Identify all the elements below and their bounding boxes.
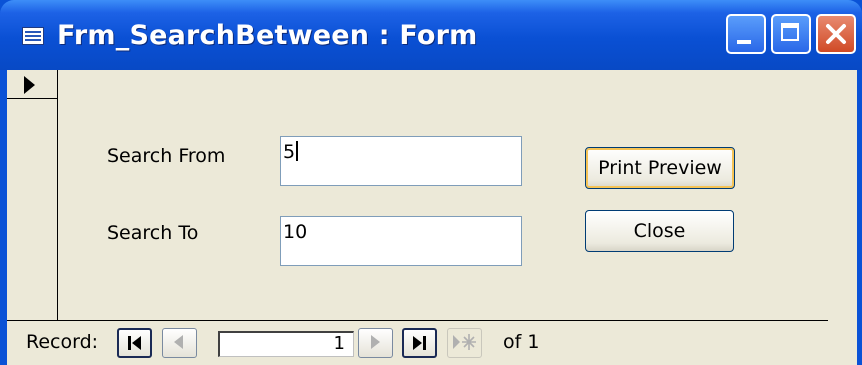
- first-record-button[interactable]: [117, 328, 152, 358]
- current-record-input[interactable]: 1: [218, 331, 354, 357]
- record-navigation-bar: Record: 1 of 1: [7, 321, 857, 365]
- record-selector[interactable]: [7, 70, 58, 320]
- last-record-button[interactable]: [402, 328, 437, 358]
- search-from-label: Search From: [107, 145, 226, 167]
- next-record-icon: [371, 335, 380, 349]
- close-icon[interactable]: [816, 14, 856, 54]
- last-record-icon: [413, 336, 426, 350]
- minimize-icon[interactable]: [726, 14, 766, 54]
- maximize-icon[interactable]: [771, 14, 811, 54]
- search-to-label: Search To: [107, 222, 199, 244]
- form-icon[interactable]: [22, 27, 44, 45]
- form-window: Frm_SearchBetween : Form Search From 5 S…: [0, 0, 862, 365]
- search-to-value: 10: [283, 221, 308, 243]
- print-preview-button[interactable]: Print Preview: [585, 147, 735, 189]
- window-title: Frm_SearchBetween : Form: [57, 20, 478, 51]
- search-from-value: 5: [283, 141, 296, 163]
- new-record-icon: [453, 334, 476, 350]
- previous-record-icon: [174, 335, 183, 349]
- search-from-input[interactable]: 5: [280, 136, 522, 186]
- search-to-input[interactable]: 10: [280, 216, 522, 266]
- record-selector-divider: [7, 98, 57, 99]
- previous-record-button[interactable]: [162, 328, 197, 358]
- record-count: of 1: [503, 331, 540, 353]
- form-body: Search From 5 Search To 10 Print Preview…: [7, 70, 857, 365]
- close-button[interactable]: Close: [585, 210, 734, 252]
- current-record-arrow-icon: [24, 76, 35, 94]
- record-label: Record:: [26, 331, 99, 353]
- new-record-button[interactable]: [447, 328, 482, 358]
- first-record-icon: [128, 336, 141, 350]
- next-record-button[interactable]: [358, 328, 393, 358]
- title-bar[interactable]: Frm_SearchBetween : Form: [0, 0, 862, 70]
- text-caret: [296, 141, 299, 161]
